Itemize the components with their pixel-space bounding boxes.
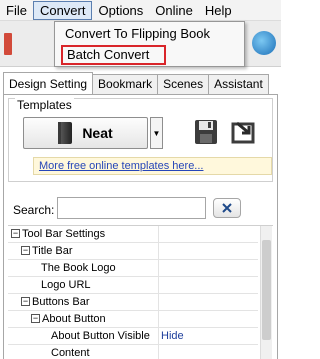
menu-online[interactable]: Online <box>149 1 199 20</box>
template-select-button[interactable]: Neat <box>23 117 148 149</box>
design-setting-panel: Templates Neat ▼ More free online templa… <box>3 94 278 359</box>
tree-row-value <box>158 226 258 243</box>
tree-row-label: Content <box>51 347 90 359</box>
tree-row-label: Logo URL <box>41 279 91 291</box>
search-label: Search: <box>13 203 55 217</box>
templates-group: Templates Neat ▼ More free online templa… <box>8 98 273 182</box>
scrollbar-thumb[interactable] <box>262 240 271 340</box>
tree-row-value <box>158 260 258 277</box>
pdf-icon[interactable] <box>4 33 12 55</box>
save-icon[interactable] <box>194 119 218 145</box>
menu-help[interactable]: Help <box>199 1 238 20</box>
tree-row[interactable]: Content <box>8 345 258 359</box>
tab-scenes[interactable]: Scenes <box>157 74 210 94</box>
tree-row[interactable]: − Buttons Bar <box>8 294 258 311</box>
tab-design-setting[interactable]: Design Setting <box>3 72 94 94</box>
menu-convert[interactable]: Convert <box>32 0 93 20</box>
close-icon <box>222 203 232 213</box>
tree-row[interactable]: The Book Logo <box>8 260 258 277</box>
tree-row[interactable]: − About Button <box>8 311 258 328</box>
search-input[interactable] <box>57 197 206 219</box>
tree-row-label: Title Bar <box>32 245 73 257</box>
tree-row[interactable]: About Button Visible Hide <box>8 328 258 345</box>
tree-scrollbar[interactable] <box>260 226 272 359</box>
tree-row[interactable]: − Tool Bar Settings <box>8 226 258 243</box>
collapse-icon[interactable]: − <box>31 314 40 323</box>
import-icon[interactable] <box>231 119 257 145</box>
tree-row-value <box>158 277 258 294</box>
template-dropdown-arrow[interactable]: ▼ <box>150 117 163 149</box>
tree-row-value <box>158 294 258 311</box>
clear-search-button[interactable] <box>213 198 241 218</box>
tab-assistant[interactable]: Assistant <box>208 74 269 94</box>
tree-row-label: Tool Bar Settings <box>22 228 106 240</box>
menu-file[interactable]: File <box>0 1 33 20</box>
tree-row[interactable]: − Title Bar <box>8 243 258 260</box>
refresh-icon[interactable] <box>252 31 276 55</box>
tree-row-value[interactable]: Hide <box>158 328 258 345</box>
tree-row-value <box>158 345 258 359</box>
menu-item-convert-to-flipping-book[interactable]: Convert To Flipping Book <box>61 24 210 44</box>
tab-strip: Design Setting Bookmark Scenes Assistant <box>3 72 269 94</box>
convert-dropdown-menu: Convert To Flipping Book Batch Convert <box>54 21 245 67</box>
menu-item-batch-convert[interactable]: Batch Convert <box>61 45 166 65</box>
tree-row-label: Buttons Bar <box>32 296 90 308</box>
book-icon <box>58 122 73 144</box>
collapse-icon[interactable]: − <box>11 229 20 238</box>
menu-bar: File Convert Options Online Help <box>0 0 281 21</box>
tree-row-label: About Button <box>42 313 106 325</box>
templates-label: Templates <box>15 98 74 112</box>
tree-row-value <box>158 243 258 260</box>
tab-bookmark[interactable]: Bookmark <box>92 74 159 94</box>
template-name: Neat <box>82 125 113 141</box>
tree-row[interactable]: Logo URL <box>8 277 258 294</box>
menu-options[interactable]: Options <box>92 1 149 20</box>
collapse-icon[interactable]: − <box>21 246 30 255</box>
tree-row-label: The Book Logo <box>41 262 116 274</box>
tree-row-label: About Button Visible <box>51 330 150 342</box>
more-templates-link[interactable]: More free online templates here... <box>33 157 272 175</box>
tree-row-value <box>158 311 258 328</box>
chevron-down-icon: ▼ <box>152 128 161 138</box>
collapse-icon[interactable]: − <box>21 297 30 306</box>
settings-tree: − Tool Bar Settings − Title Bar The Book… <box>8 225 273 359</box>
